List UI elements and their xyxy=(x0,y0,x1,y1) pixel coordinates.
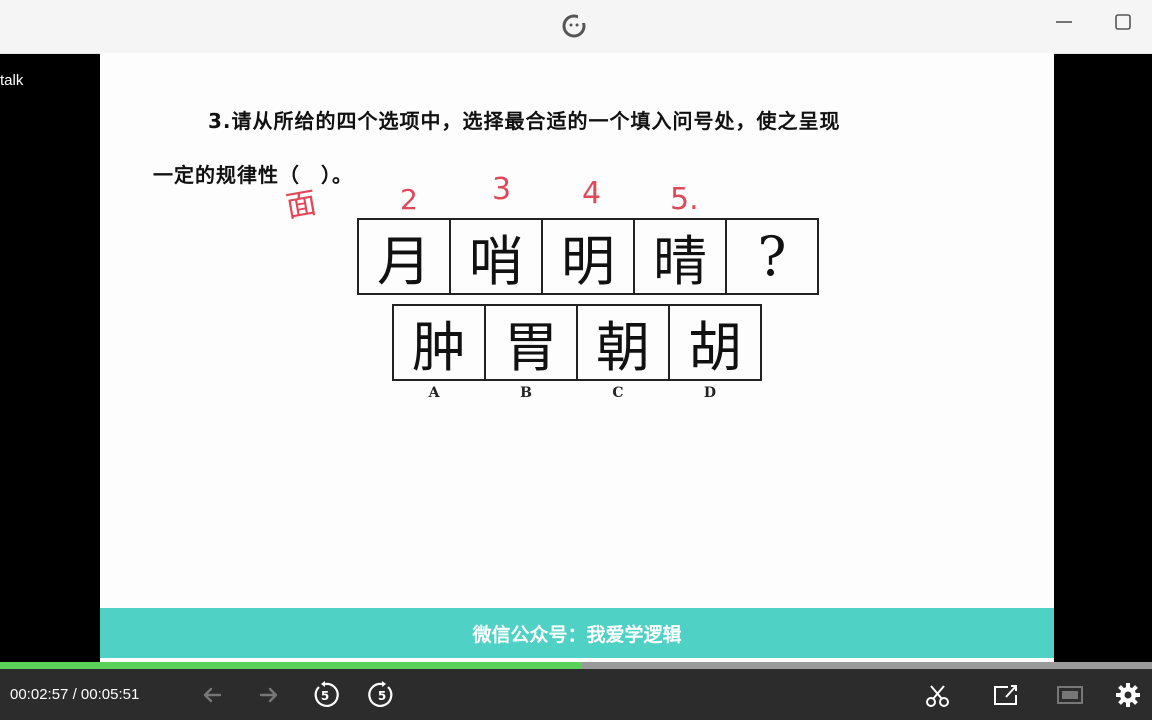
forward-5-icon[interactable]: 5 xyxy=(368,681,396,709)
option-label-c: C xyxy=(612,385,624,401)
option-cell-a: 肿 xyxy=(394,306,486,379)
screenshot-icon[interactable] xyxy=(992,681,1020,709)
minimize-button[interactable] xyxy=(1052,10,1076,34)
progress-fill xyxy=(0,662,582,669)
annotation-2: 2 xyxy=(400,183,418,216)
app-logo-icon xyxy=(562,14,586,38)
options-row: 肿 胃 朝 胡 xyxy=(392,304,762,381)
option-cell-b: 胃 xyxy=(486,306,578,379)
title-bar xyxy=(0,0,1152,54)
forward-seconds: 5 xyxy=(378,689,386,703)
time-display: 00:02:57 / 00:05:51 xyxy=(10,686,139,703)
annotation-4: 4 xyxy=(582,176,601,211)
rewind-5-icon[interactable]: 5 xyxy=(311,681,339,709)
time-separator: / xyxy=(72,686,77,703)
option-label-d: D xyxy=(703,385,717,401)
total-time: 00:05:51 xyxy=(80,686,140,703)
option-cell-c: 朝 xyxy=(578,306,670,379)
arrow-left-icon[interactable] xyxy=(198,681,226,709)
video-frame: 3.请从所给的四个选项中，选择最合适的一个填入问号处，使之呈现 一定的规律性（ … xyxy=(100,53,1054,666)
player-controls: 00:02:57 / 00:05:51 5 5 xyxy=(0,669,1152,720)
annotation-face: 面 xyxy=(284,185,320,225)
screen-mode-icon[interactable] xyxy=(1056,681,1084,709)
maximize-button[interactable] xyxy=(1111,10,1135,34)
question-mark-cell: ? xyxy=(757,225,787,288)
question-row: 月 哨 明 晴 ? xyxy=(357,218,819,295)
progress-bar[interactable] xyxy=(0,662,1152,669)
question-cell: 哨 xyxy=(451,220,543,293)
side-label: talk xyxy=(0,72,24,89)
question-cell: 明 xyxy=(543,220,635,293)
option-cell-d: 胡 xyxy=(688,316,742,379)
wechat-banner: 微信公众号：我爱学逻辑 xyxy=(100,608,1054,658)
rewind-seconds: 5 xyxy=(321,689,329,703)
option-label-b: B xyxy=(520,385,532,401)
question-cell: 月 xyxy=(359,220,451,293)
annotation-3: 3 xyxy=(492,172,511,207)
arrow-right-icon[interactable] xyxy=(255,681,283,709)
option-label-a: A xyxy=(428,385,440,401)
scissors-icon[interactable] xyxy=(924,681,952,709)
current-time: 00:02:57 xyxy=(10,686,69,703)
gear-icon[interactable] xyxy=(1114,681,1142,709)
question-cell: 晴 xyxy=(635,220,727,293)
annotation-5: 5. xyxy=(670,182,699,217)
